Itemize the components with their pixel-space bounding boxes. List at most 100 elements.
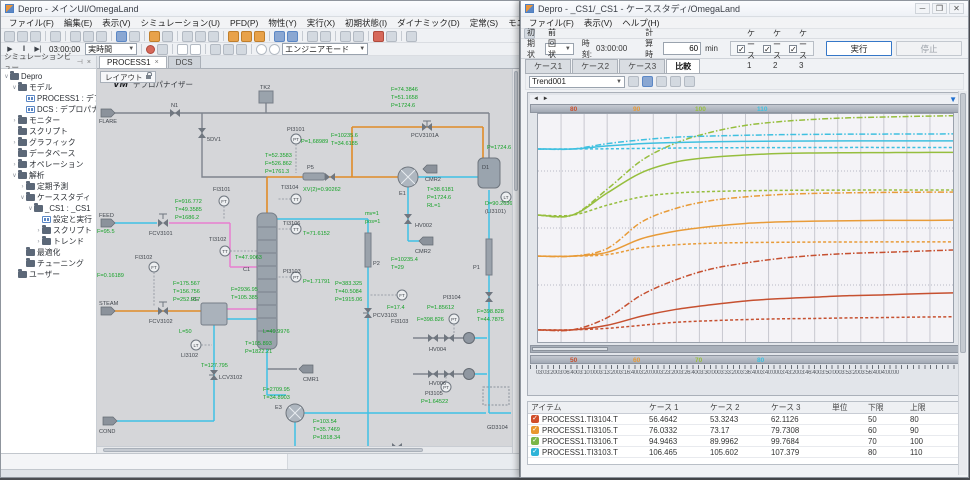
item-checkbox[interactable]: ✓ xyxy=(531,437,539,445)
copy-chart-icon[interactable] xyxy=(684,76,695,87)
menu-シミュレーション[interactable]: シミュレーション(U) xyxy=(136,17,225,29)
tree-item-モデル[interactable]: ∨モデル xyxy=(1,82,96,93)
clock-icon[interactable] xyxy=(157,44,168,55)
pump-p2[interactable] xyxy=(365,233,371,267)
checkbox-icon[interactable]: ✓ xyxy=(763,45,771,53)
paste-icon[interactable] xyxy=(96,31,107,42)
tree-item-設定と実行[interactable]: 設定と実行 xyxy=(1,214,96,225)
init-state-select[interactable]: 前回状態▼ xyxy=(545,43,574,55)
table-row[interactable]: ✓PROCESS1.TI3103.T106.465105.602107.3798… xyxy=(528,447,962,458)
snapshot-2-icon[interactable] xyxy=(223,44,234,55)
engineer-mode-select[interactable]: エンジニアモード▼ xyxy=(282,43,368,55)
grid-toggle-icon[interactable] xyxy=(642,76,653,87)
tree-item-スクリプト[interactable]: スクリプト xyxy=(1,126,96,137)
chart-hscrollbar[interactable] xyxy=(530,345,960,353)
tree-item-ユーザー[interactable]: ユーザー xyxy=(1,269,96,280)
tab-process1[interactable]: PROCESS1× xyxy=(99,56,167,68)
item-checkbox[interactable]: ✓ xyxy=(531,415,539,423)
record-icon[interactable] xyxy=(146,45,155,54)
tree-item-スクリプト[interactable]: ›スクリプト xyxy=(1,225,96,236)
window-close-icon[interactable] xyxy=(373,31,384,42)
pfd-hscrollbar[interactable] xyxy=(97,446,512,453)
pen-settings-icon[interactable] xyxy=(628,76,639,87)
power-icon[interactable] xyxy=(256,44,267,55)
table-row[interactable]: ✓PROCESS1.TI3105.T76.033273.1779.7308609… xyxy=(528,425,962,436)
reset-icon[interactable] xyxy=(269,44,280,55)
scroll-arrows[interactable]: ◄ ► xyxy=(533,96,550,102)
save-view-icon[interactable] xyxy=(129,31,140,42)
tag-icon[interactable] xyxy=(274,31,285,42)
tree-item-ケーススタディ[interactable]: ∨ケーススタディ xyxy=(1,192,96,203)
pin-icon[interactable]: ⊣ xyxy=(75,58,85,66)
info-icon[interactable] xyxy=(190,44,201,55)
pump-g1a[interactable] xyxy=(464,333,475,344)
tab-ケース3[interactable]: ケース3 xyxy=(619,59,665,73)
globe-icon[interactable] xyxy=(406,31,417,42)
pump-p1[interactable] xyxy=(486,239,492,275)
checkbox-icon[interactable]: ✓ xyxy=(737,45,745,53)
history-icon[interactable] xyxy=(208,31,219,42)
time-mode-select[interactable]: 実時間▼ xyxy=(85,43,137,55)
cursor-icon[interactable] xyxy=(670,76,681,87)
layout-button[interactable]: レイアウト xyxy=(100,71,156,83)
pfd-diagram[interactable]: FTFTTT TTTTPT PTFTPT PTLTLT VM デプロパナイザー … xyxy=(97,69,513,453)
checkbox-icon[interactable]: ✓ xyxy=(789,45,797,53)
window-vscrollbar[interactable] xyxy=(958,91,967,475)
close-button[interactable]: ✕ xyxy=(949,3,964,14)
save-icon[interactable] xyxy=(30,31,41,42)
main-titlebar[interactable]: Depro - メインUI/OmegaLand xyxy=(1,1,519,17)
hi-mode-icon[interactable] xyxy=(162,31,173,42)
table-row[interactable]: ✓PROCESS1.TI3104.T56.464253.324362.11265… xyxy=(528,414,962,425)
event-icon[interactable] xyxy=(177,44,188,55)
maximize-button[interactable]: ❐ xyxy=(932,3,947,14)
trend-plot[interactable] xyxy=(537,113,954,343)
tree-item-チューニング[interactable]: チューニング xyxy=(1,258,96,269)
tree-item-解析[interactable]: ∨解析 xyxy=(1,170,96,181)
tree-item-_CS1:_CS1[interactable]: ∨_CS1 : _CS1 xyxy=(1,203,96,214)
pfd-canvas[interactable]: レイアウト xyxy=(97,69,519,453)
stop-button[interactable]: 停止 xyxy=(896,41,962,56)
menu-初期状態[interactable]: 初期状態(I) xyxy=(340,17,392,29)
menu-表示[interactable]: 表示(V) xyxy=(97,17,135,29)
new-icon[interactable] xyxy=(4,31,15,42)
tree-item-最適化[interactable]: 最適化 xyxy=(1,247,96,258)
tree-item-PROCESS1:デプロパナイザー[interactable]: PROCESS1 : デプロパナイザー xyxy=(1,93,96,104)
pen-icon[interactable] xyxy=(149,31,160,42)
menu-実行[interactable]: 実行(X) xyxy=(302,17,340,29)
tree-item-DCS:デプロパナイザー[interactable]: DCS : デプロパナイザー xyxy=(1,104,96,115)
tab-ケース1[interactable]: ケース1 xyxy=(525,59,571,73)
flag-3-icon[interactable] xyxy=(254,31,265,42)
link-icon[interactable] xyxy=(386,31,397,42)
flag-2-icon[interactable] xyxy=(241,31,252,42)
tab-比較[interactable]: 比較 xyxy=(666,59,700,73)
tree-item-モニター[interactable]: ›モニター xyxy=(1,115,96,126)
case-study-titlebar[interactable]: Depro - _CS1/_CS1 - ケーススタディ/OmegaLand ─ … xyxy=(521,1,968,17)
table-row[interactable]: ✓PROCESS1.TI3106.T94.946389.996299.76847… xyxy=(528,436,962,447)
marker-icon[interactable] xyxy=(656,76,667,87)
undo-icon[interactable] xyxy=(182,31,193,42)
search-icon[interactable] xyxy=(353,31,364,42)
print-icon[interactable] xyxy=(50,31,61,42)
menu-ダイナミック[interactable]: ダイナミック(D) xyxy=(392,17,465,29)
snapshot-1-icon[interactable] xyxy=(210,44,221,55)
pump-g1b[interactable] xyxy=(464,369,475,380)
run-button[interactable]: 実行 xyxy=(826,41,892,56)
tree-item-トレンド[interactable]: ›トレンド xyxy=(1,236,96,247)
menu-PFD[interactable]: PFD(P) xyxy=(225,18,263,28)
label-icon[interactable] xyxy=(320,31,331,42)
menu-ファイル[interactable]: ファイル(F) xyxy=(4,17,59,29)
tank-tk2[interactable] xyxy=(259,91,273,103)
tree-item-オペレーション[interactable]: ›オペレーション xyxy=(1,159,96,170)
bell-icon[interactable] xyxy=(307,31,318,42)
trend-select[interactable]: Trend001▼ xyxy=(529,76,625,88)
item-checkbox[interactable]: ✓ xyxy=(531,448,539,456)
menu-表示[interactable]: 表示(V) xyxy=(579,17,617,29)
item-checkbox[interactable]: ✓ xyxy=(531,426,539,434)
chart-navstrip[interactable]: ◄ ► ▼ xyxy=(530,95,960,104)
tree-item-データベース[interactable]: データベース xyxy=(1,148,96,159)
book-icon[interactable] xyxy=(340,31,351,42)
monitor-icon[interactable] xyxy=(287,31,298,42)
menu-定常[interactable]: 定常(S) xyxy=(465,17,503,29)
tree-item-グラフィック[interactable]: ›グラフィック xyxy=(1,137,96,148)
pfd-view-icon[interactable] xyxy=(116,31,127,42)
